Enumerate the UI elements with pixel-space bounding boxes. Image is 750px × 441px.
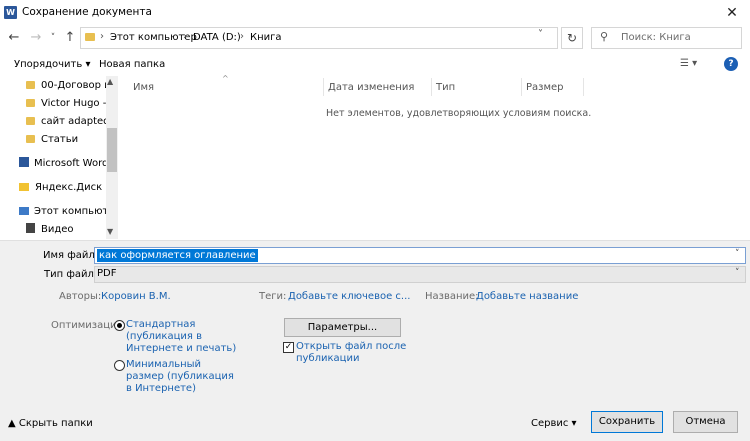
tags-value[interactable]: Добавьте ключевое с... <box>288 291 410 302</box>
column-divider[interactable] <box>583 78 584 96</box>
column-divider[interactable] <box>521 78 522 96</box>
filetype-select[interactable] <box>94 266 746 283</box>
video-icon <box>26 223 35 233</box>
radio-minimal-label[interactable]: Минимальный размер (публикация в Интерне… <box>126 359 234 395</box>
refresh-icon[interactable]: ↻ <box>561 27 583 49</box>
column-header-name[interactable]: Имя <box>133 82 154 93</box>
nav-item-stati[interactable]: Статьи <box>26 131 118 149</box>
folder-icon <box>85 33 95 41</box>
word-icon: W <box>4 6 17 19</box>
folder-icon <box>26 117 35 125</box>
radio-standard-label[interactable]: Стандартная (публикация в Интернете и пе… <box>126 319 236 355</box>
nav-item-sait[interactable]: сайт adapted-er <box>26 113 118 131</box>
breadcrumb-kniga[interactable]: Книга <box>250 32 282 43</box>
nav-item-victor-hugo[interactable]: Victor Hugo - Le <box>26 95 118 113</box>
column-divider[interactable] <box>323 78 324 96</box>
new-folder-button[interactable]: Новая папка <box>99 59 165 70</box>
breadcrumb-separator: › <box>183 31 187 42</box>
chevron-down-icon[interactable]: ˅ <box>735 268 740 278</box>
filename-value[interactable]: как оформляется оглавление <box>97 249 258 262</box>
nav-scrollbar-thumb[interactable] <box>107 128 117 172</box>
view-options-icon[interactable]: ☰ ▾ <box>680 58 697 69</box>
column-header-date[interactable]: Дата изменения <box>328 82 414 93</box>
forward-arrow-icon[interactable]: → <box>28 29 44 47</box>
nav-item-this-pc[interactable]: Этот компьютер <box>19 203 111 221</box>
organize-menu[interactable]: Упорядочить ▾ <box>14 59 90 70</box>
computer-icon <box>19 207 29 215</box>
nav-item-video[interactable]: Видео <box>26 221 118 239</box>
filetype-value: PDF <box>97 268 117 279</box>
up-arrow-icon[interactable]: ↑ <box>62 29 78 47</box>
recent-chevron-icon[interactable]: ˅ <box>48 29 58 47</box>
search-placeholder: Поиск: Книга <box>621 32 691 43</box>
column-divider[interactable] <box>431 78 432 96</box>
address-dropdown-icon[interactable]: ˅ <box>538 29 543 40</box>
authors-label: Авторы: <box>59 291 102 302</box>
window-title: Сохранение документа <box>22 6 152 18</box>
open-after-checkbox[interactable]: ✓ <box>283 342 294 353</box>
nav-item-yandex-disk[interactable]: Яндекс.Диск <box>19 179 111 197</box>
close-icon[interactable]: ✕ <box>720 3 744 23</box>
folder-icon <box>26 135 35 143</box>
search-icon: ⚲ <box>600 30 609 43</box>
nav-item-microsoft-word[interactable]: Microsoft Word <box>19 155 111 173</box>
breadcrumb-separator: › <box>100 31 104 42</box>
parameters-button[interactable]: Параметры... <box>284 318 401 337</box>
back-arrow-icon[interactable]: ← <box>6 29 22 47</box>
service-menu[interactable]: Сервис ▾ <box>531 418 577 429</box>
title-label: Название: <box>425 291 479 302</box>
file-list <box>120 76 750 239</box>
scroll-up-icon[interactable]: ▲ <box>107 77 113 86</box>
help-icon[interactable]: ? <box>724 57 738 71</box>
hide-folders-button[interactable]: ▲ Скрыть папки <box>8 418 93 429</box>
column-header-type[interactable]: Тип <box>436 82 455 93</box>
save-button[interactable]: Сохранить <box>591 411 663 433</box>
folder-icon <box>26 99 35 107</box>
title-value[interactable]: Добавьте название <box>476 291 578 302</box>
scroll-down-icon[interactable]: ▼ <box>107 227 113 236</box>
nav-item-dogovor[interactable]: 00-Договор и Т <box>26 77 118 95</box>
chevron-down-icon[interactable]: ˅ <box>735 249 740 259</box>
radio-standard[interactable] <box>114 320 125 331</box>
authors-value[interactable]: Коровин В.М. <box>101 291 171 302</box>
radio-minimal[interactable] <box>114 360 125 371</box>
tags-label: Теги: <box>259 291 287 302</box>
open-after-label[interactable]: Открыть файл после публикации <box>296 341 406 365</box>
cancel-button[interactable]: Отмена <box>673 411 738 433</box>
yandex-disk-icon <box>19 183 29 191</box>
folder-icon <box>26 81 35 89</box>
empty-message: Нет элементов, удовлетворяющих условиям … <box>326 108 592 119</box>
breadcrumb-separator: › <box>240 31 244 42</box>
word-icon <box>19 157 29 167</box>
sort-ascending-icon: ^ <box>222 74 229 83</box>
column-header-size[interactable]: Размер <box>526 82 564 93</box>
breadcrumb-data-drive[interactable]: DATA (D:) <box>193 32 241 43</box>
